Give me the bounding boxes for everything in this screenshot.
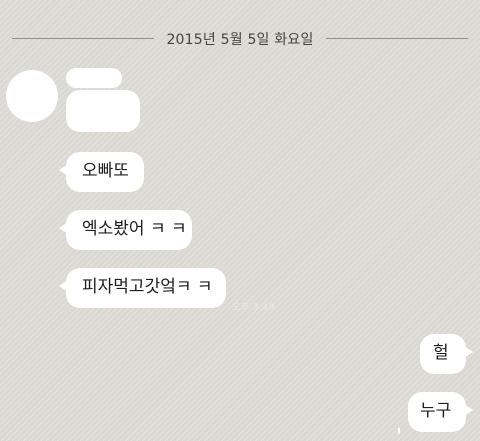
avatar-hair-mark	[18, 70, 48, 81]
outgoing-message-bubble[interactable]: 누구	[408, 392, 473, 432]
message-timestamp: 오후 3:49	[232, 303, 276, 313]
date-divider: 2015년 5월 5일 화요일	[0, 28, 480, 48]
divider-line-left	[12, 38, 154, 39]
read-indicator	[398, 428, 400, 434]
sender-avatar[interactable]	[6, 70, 58, 122]
divider-line-right	[326, 38, 468, 39]
date-label: 2015년 5월 5일 화요일	[166, 32, 314, 48]
incoming-message-bubble[interactable]: 피자먹고갓엌ㅋ ㅋ	[59, 268, 226, 308]
outgoing-message-bubble[interactable]: 헐	[420, 334, 473, 374]
incoming-message-bubble[interactable]: 오빠또	[59, 152, 144, 192]
redacted-message-bubble[interactable]	[66, 90, 140, 132]
incoming-message-bubble[interactable]: 엑소봤어 ㅋ ㅋ	[59, 210, 192, 250]
sender-name-redacted	[66, 68, 122, 88]
